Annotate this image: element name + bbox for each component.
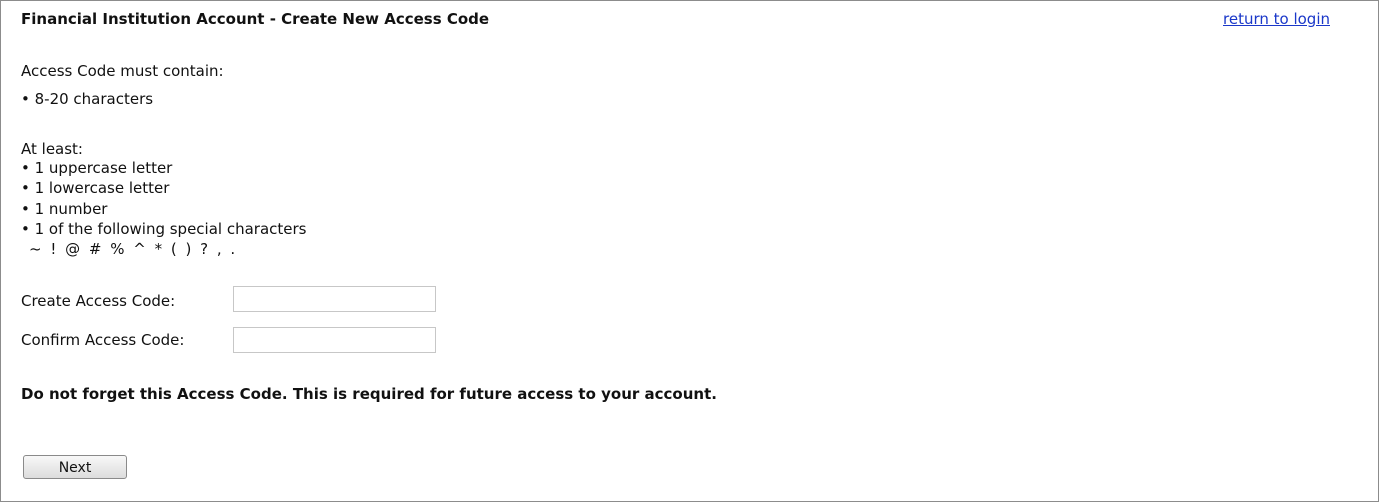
- requirements-intro: Access Code must contain:: [21, 62, 224, 80]
- create-access-code-label: Create Access Code:: [21, 292, 176, 310]
- confirm-access-code-input[interactable]: [233, 327, 436, 353]
- length-requirement: • 8-20 characters: [21, 90, 154, 108]
- rule-uppercase: • 1 uppercase letter: [21, 159, 173, 177]
- special-characters-list: ~ ! @ # % ^ * ( ) ? , .: [29, 240, 238, 258]
- return-to-login-link[interactable]: return to login: [1223, 10, 1330, 28]
- at-least-label: At least:: [21, 140, 83, 158]
- page-title: Financial Institution Account - Create N…: [21, 10, 490, 28]
- create-access-code-input[interactable]: [233, 286, 436, 312]
- rule-special-characters: • 1 of the following special characters: [21, 220, 307, 238]
- rule-number: • 1 number: [21, 200, 108, 218]
- page-panel: Financial Institution Account - Create N…: [0, 0, 1379, 502]
- access-code-warning: Do not forget this Access Code. This is …: [21, 385, 717, 403]
- rule-lowercase: • 1 lowercase letter: [21, 179, 170, 197]
- confirm-access-code-label: Confirm Access Code:: [21, 331, 185, 349]
- next-button[interactable]: Next: [23, 455, 127, 479]
